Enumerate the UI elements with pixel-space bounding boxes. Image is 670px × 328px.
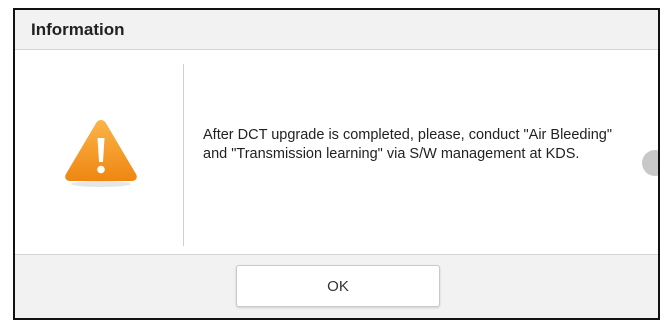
warning-icon [65,120,137,187]
information-dialog: Information After DCT upgrade is complet… [13,8,660,320]
dialog-header: Information [15,10,658,50]
icon-area [15,50,183,256]
dialog-message: After DCT upgrade is completed, please, … [203,127,612,162]
scroll-handle[interactable] [642,150,658,176]
dialog-body: After DCT upgrade is completed, please, … [15,50,658,256]
ok-button[interactable]: OK [236,265,440,307]
dialog-title: Information [31,20,125,39]
vertical-divider [183,64,184,246]
dialog-footer: OK [15,254,658,318]
